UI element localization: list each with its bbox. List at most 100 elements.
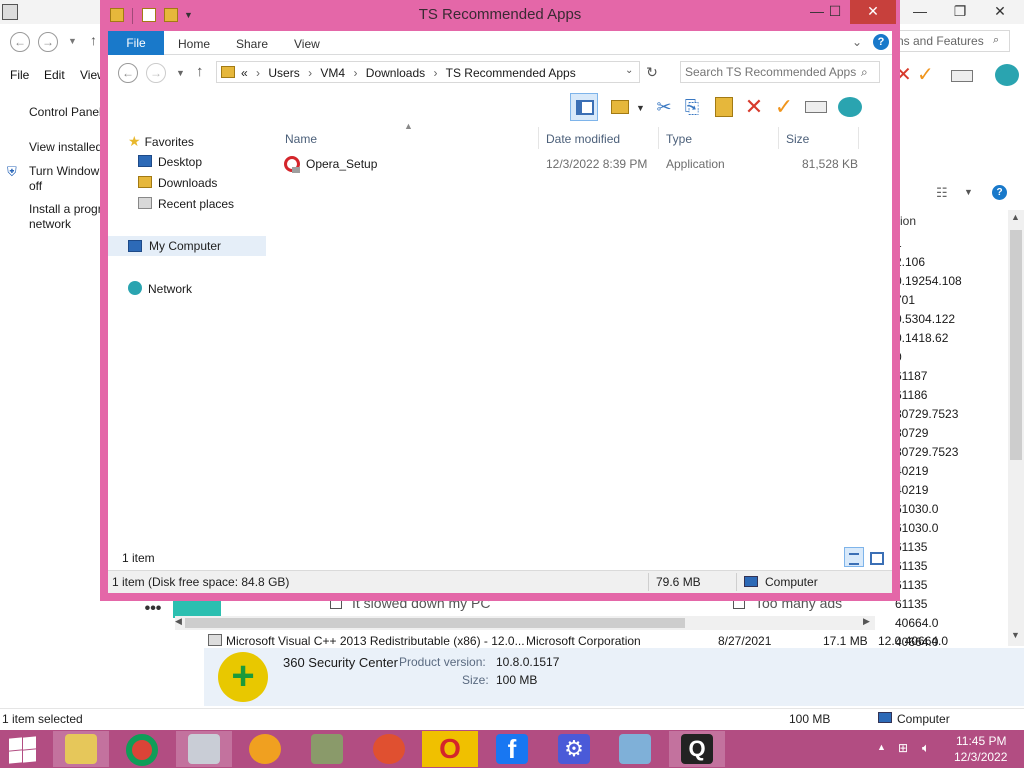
bg-scroll-down-icon[interactable]: ▼ xyxy=(1011,630,1020,640)
bg-view-chevron-icon[interactable]: ▼ xyxy=(964,187,973,197)
move-to-folder-button[interactable] xyxy=(606,93,634,121)
network-status-icon[interactable]: ⊞ xyxy=(898,741,908,755)
up-arrow-icon[interactable]: ↑ xyxy=(196,63,204,80)
bg-scroll-left-icon[interactable]: ◀ xyxy=(175,616,182,627)
bg-recent-chevron-icon[interactable]: ▼ xyxy=(68,36,77,46)
nav-item-downloads[interactable]: Downloads xyxy=(138,176,217,190)
file-row[interactable]: Opera_Setup 12/3/2022 8:39 PM Applicatio… xyxy=(278,153,878,175)
cut-button[interactable]: ✂ xyxy=(650,93,678,121)
help-icon[interactable]: ? xyxy=(873,34,889,50)
bg-view-list-icon[interactable]: ☷ xyxy=(936,185,948,201)
bg-scroll-right-icon[interactable]: ▶ xyxy=(863,616,870,627)
volume-icon[interactable]: 🔈︎ xyxy=(922,740,930,756)
details-view-icon[interactable] xyxy=(844,547,864,567)
bg-scroll-up-icon[interactable]: ▲ xyxy=(1011,212,1020,222)
paste-button[interactable] xyxy=(710,93,738,121)
breadcrumb-separator-icon[interactable]: › xyxy=(308,66,312,80)
taskbar-app-four[interactable] xyxy=(237,731,293,767)
column-header-date-modified[interactable]: Date modified xyxy=(546,127,620,149)
recent-locations-chevron-icon[interactable]: ▼ xyxy=(176,68,185,78)
nav-item-recent-places[interactable]: Recent places xyxy=(138,197,234,211)
breadcrumb-separator-icon[interactable]: › xyxy=(434,66,438,80)
nav-item-network[interactable]: Network xyxy=(128,281,192,296)
taskbar-file-explorer[interactable] xyxy=(53,731,109,767)
bg-link-turn-windows[interactable]: Turn Window xyxy=(29,164,99,179)
bg-link-control-panel[interactable]: Control Panel xyxy=(29,105,102,120)
taskbar-chrome[interactable] xyxy=(114,731,170,767)
start-button[interactable] xyxy=(8,736,38,764)
breadcrumb-separator-icon[interactable]: › xyxy=(353,66,357,80)
tab-home[interactable]: Home xyxy=(178,37,210,51)
rename-button[interactable] xyxy=(802,93,830,121)
breadcrumb-separator-icon[interactable]: › xyxy=(256,66,260,80)
bg-vertical-scroll-thumb[interactable] xyxy=(1010,230,1022,460)
ribbon-expand-chevron-icon[interactable]: ⌄ xyxy=(852,35,862,49)
properties-button[interactable]: ✓ xyxy=(770,93,798,121)
close-button[interactable]: ✕ xyxy=(850,0,896,24)
column-divider[interactable] xyxy=(658,127,659,149)
bg-vertical-scrollbar[interactable]: ▲ ▼ xyxy=(1008,210,1024,646)
delete-button[interactable]: ✕ xyxy=(740,93,768,121)
tab-view[interactable]: View xyxy=(294,37,320,51)
taskbar-app-six[interactable] xyxy=(361,731,417,767)
search-icon[interactable]: ⌕ xyxy=(861,65,868,80)
bg-version-column-header[interactable]: ion xyxy=(900,214,916,228)
bg-check-icon[interactable]: ✓ xyxy=(917,62,934,87)
bg-link-turn-windows-off[interactable]: off xyxy=(29,179,42,194)
nav-item-favorites[interactable]: ★ Favorites xyxy=(128,133,194,150)
nav-item-my-computer[interactable]: My Computer xyxy=(108,236,266,256)
column-header-name[interactable]: Name xyxy=(285,127,317,149)
large-icons-view-icon[interactable] xyxy=(868,549,884,565)
copy-button[interactable]: ⎘ xyxy=(678,93,706,121)
bg-menu-edit[interactable]: Edit xyxy=(44,68,65,82)
bg-more-icon[interactable]: ••• xyxy=(138,600,168,624)
preview-pane-button[interactable] xyxy=(570,93,598,121)
bg-help-icon[interactable]: ? xyxy=(992,185,1007,200)
nav-item-desktop[interactable]: Desktop xyxy=(138,155,202,169)
breadcrumb-downloads[interactable]: Downloads xyxy=(366,66,425,80)
taskbar-opera[interactable]: O xyxy=(422,731,478,767)
address-bar[interactable]: « › Users › VM4 › Downloads › TS Recomme… xyxy=(216,61,640,83)
bg-forward-icon[interactable]: → xyxy=(38,32,58,52)
tab-share[interactable]: Share xyxy=(236,37,268,51)
bg-up-icon[interactable]: ↑ xyxy=(90,32,97,48)
column-divider[interactable] xyxy=(538,127,539,149)
table-row[interactable]: Microsoft Visual C++ 2013 Redistributabl… xyxy=(208,634,1008,648)
taskbar-facebook[interactable]: f xyxy=(484,731,540,767)
bg-menu-file[interactable]: File xyxy=(10,68,29,82)
breadcrumb-ts-recommended-apps[interactable]: TS Recommended Apps xyxy=(446,66,576,80)
column-divider[interactable] xyxy=(858,127,859,149)
column-divider[interactable] xyxy=(778,127,779,149)
breadcrumb-vm4[interactable]: VM4 xyxy=(320,66,345,80)
bg-horizontal-scrollbar[interactable]: ◀ ▶ xyxy=(175,616,875,630)
breadcrumb-overflow[interactable]: « xyxy=(241,66,248,80)
bg-rename-icon[interactable] xyxy=(951,70,973,82)
address-dropdown-icon[interactable]: ⌄ xyxy=(625,65,633,76)
tab-file[interactable]: File xyxy=(108,31,164,55)
column-header-type[interactable]: Type xyxy=(666,127,692,149)
taskbar-control-panel[interactable] xyxy=(176,731,232,767)
tray-expand-icon[interactable]: ▲ xyxy=(877,742,886,752)
clock-date[interactable]: 12/3/2022 xyxy=(954,750,1007,764)
taskbar-app-eleven[interactable]: Q xyxy=(669,731,725,767)
taskbar-app-five[interactable] xyxy=(299,731,355,767)
taskbar-settings[interactable]: ⚙ xyxy=(546,731,602,767)
shell-button[interactable] xyxy=(836,93,864,121)
organize-chevron-icon[interactable]: ▼ xyxy=(636,103,645,113)
bg-link-install-network[interactable]: network xyxy=(29,217,71,232)
back-icon[interactable]: ← xyxy=(118,63,138,83)
taskbar-app-ten[interactable] xyxy=(607,731,663,767)
forward-icon[interactable]: → xyxy=(146,63,166,83)
clock-time[interactable]: 11:45 PM xyxy=(956,734,1006,748)
search-box[interactable]: ⌕ xyxy=(680,61,880,83)
bg-link-view-installed[interactable]: View installed xyxy=(29,140,102,155)
breadcrumb-users[interactable]: Users xyxy=(268,66,299,80)
refresh-icon[interactable]: ↻ xyxy=(644,64,660,80)
search-input[interactable] xyxy=(685,64,857,80)
maximize-button[interactable]: ☐ xyxy=(818,0,852,24)
bg-restore-button[interactable]: ❐ xyxy=(945,0,975,22)
bg-shell-icon[interactable] xyxy=(995,64,1019,86)
bg-back-icon[interactable]: ← xyxy=(10,32,30,52)
bg-minimize-button[interactable]: — xyxy=(905,0,935,22)
bg-horizontal-scroll-thumb[interactable] xyxy=(185,618,685,628)
